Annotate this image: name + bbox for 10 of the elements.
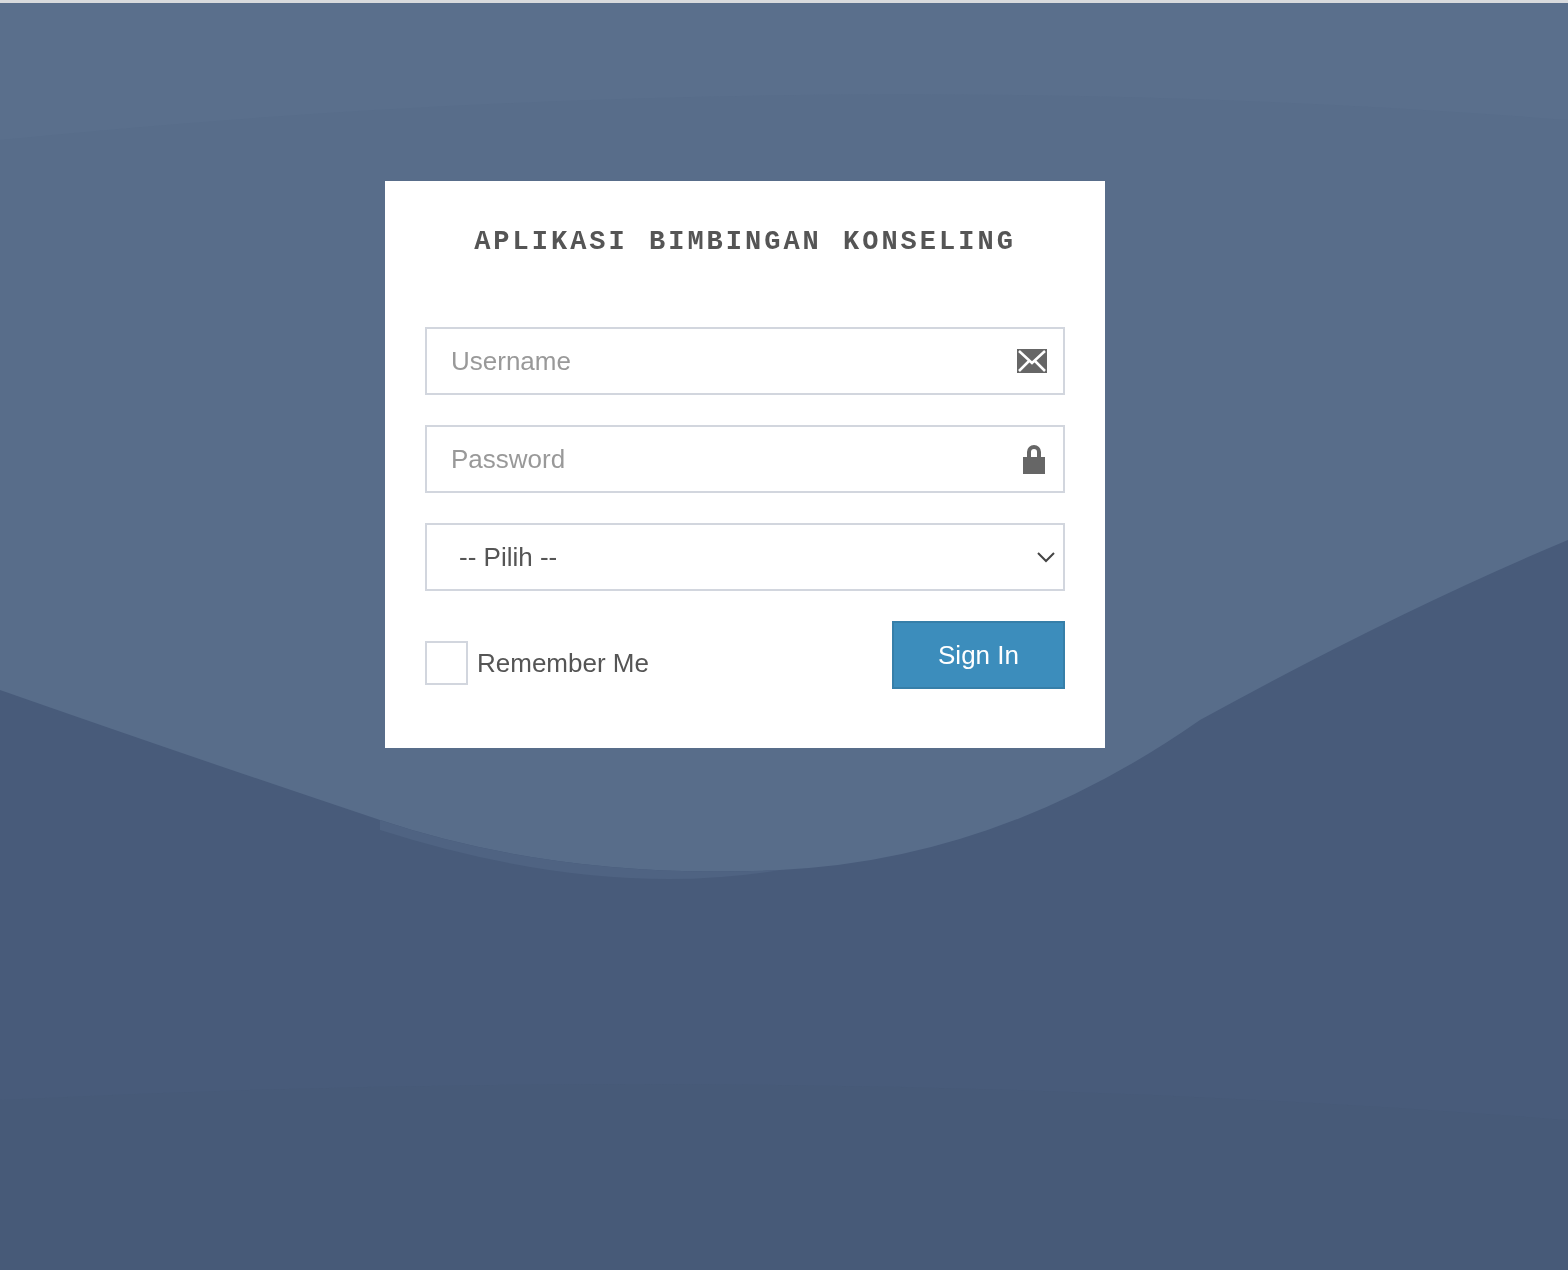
remember-label[interactable]: Remember Me xyxy=(477,647,649,679)
sign-in-button[interactable]: Sign In xyxy=(892,621,1065,689)
remember-checkbox[interactable] xyxy=(425,641,468,685)
role-dropdown[interactable]: -- Pilih -- xyxy=(425,523,1065,591)
username-field[interactable]: Username xyxy=(425,327,1065,395)
chevron-down-icon xyxy=(1037,551,1055,563)
lock-icon xyxy=(1021,444,1047,474)
envelope-icon xyxy=(1017,349,1047,373)
password-field[interactable]: Password xyxy=(425,425,1065,493)
app-title: APLIKASI BIMBINGAN KONSELING xyxy=(473,227,1017,257)
